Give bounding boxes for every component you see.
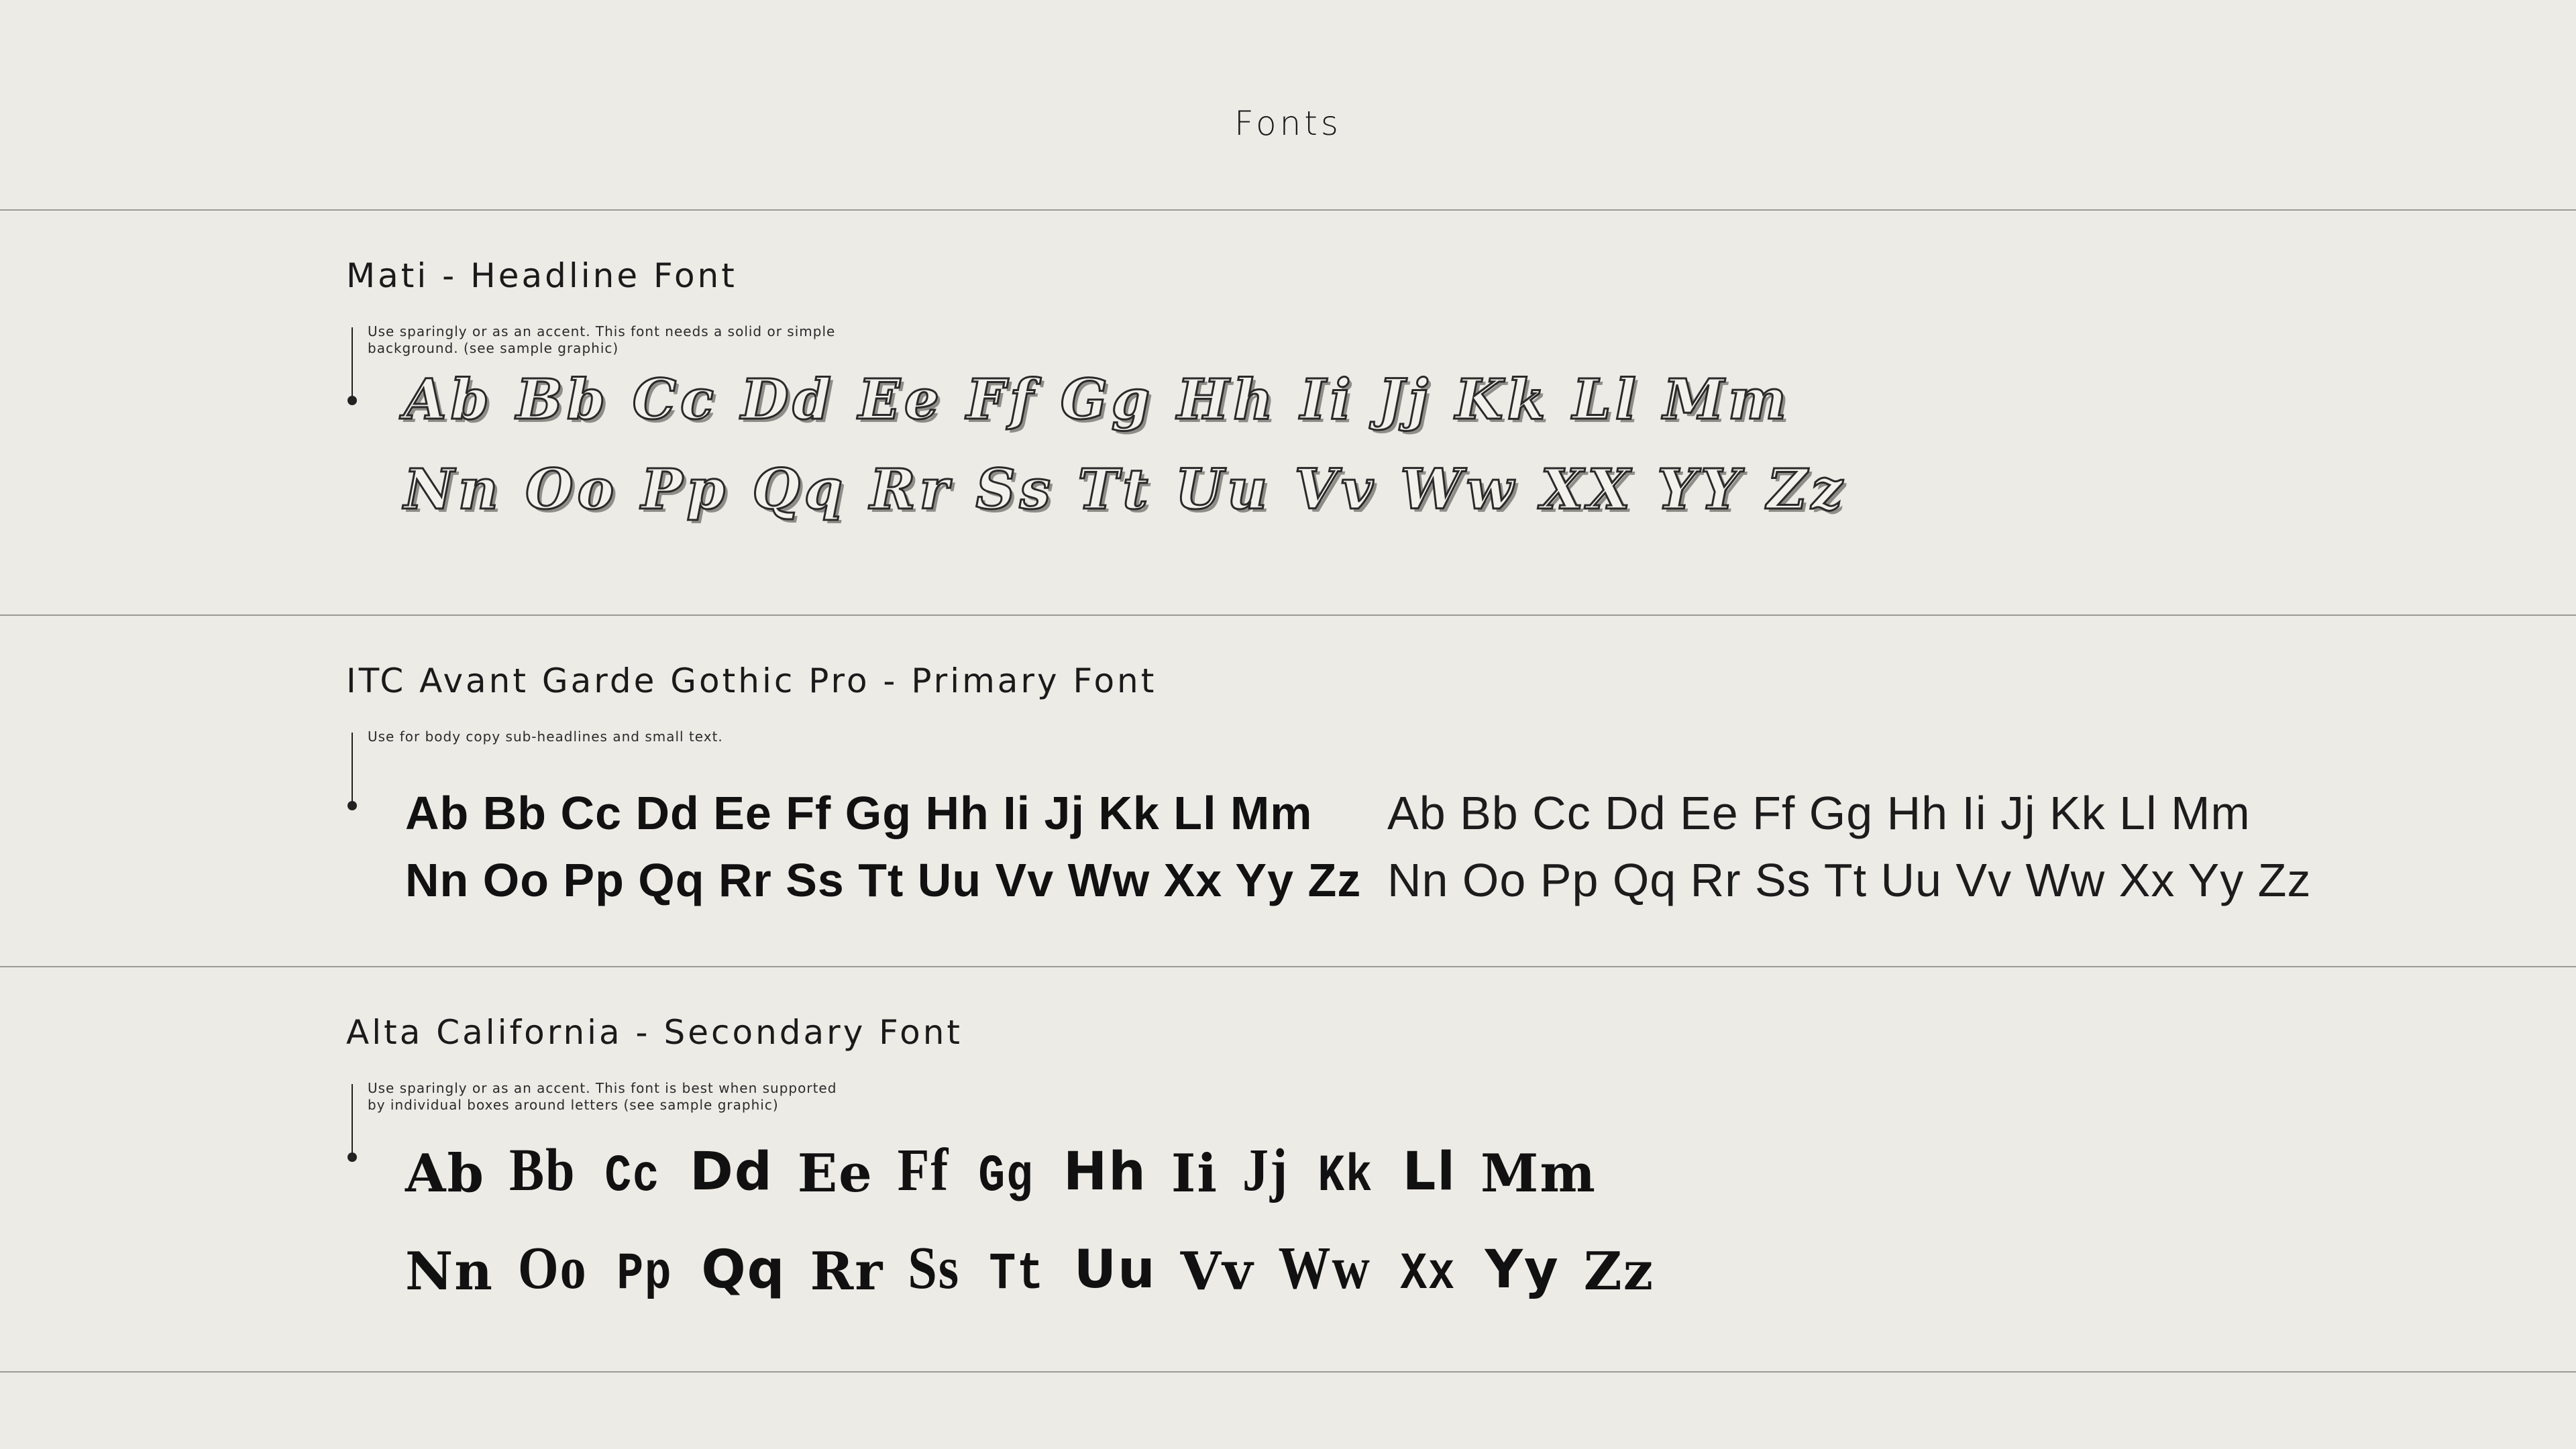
divider [0,614,2576,616]
letter-pair: Ww [1278,1233,1371,1301]
letter-pair: Bb [509,1135,576,1203]
letter-pair: Rr [810,1241,884,1303]
note-connector-line [352,327,353,401]
divider [0,966,2576,967]
usage-note-line: Use sparingly or as an accent. This font… [368,1080,837,1096]
letter-pair: Dd [690,1141,773,1202]
letter-pair: Kk [1318,1146,1374,1206]
page-title: Fonts [1234,104,1342,143]
alphabet-light-row-2: Nn Oo Pp Qq Rr Ss Tt Uu Vv Ww Xx Yy Zz [1387,854,2312,906]
note-connector-line [352,733,353,806]
alphabet-row-1: Ab Bb Cc Dd Ee Ff Gg Hh Ii Jj Kk Ll Mm [403,367,1790,433]
letter-pair: Ii [1171,1143,1218,1205]
usage-note: Use sparingly or as an accent. This font… [368,323,971,357]
section-title: ITC Avant Garde Gothic Pro - Primary Fon… [346,661,1157,700]
letter-pair: Gg [978,1146,1034,1206]
section-title: Mati - Headline Font [346,256,737,295]
letter-pair: Zz [1583,1241,1654,1303]
note-connector-line [352,1084,353,1158]
letter-pair: Mm [1481,1143,1597,1205]
letter-pair: Xx [1400,1244,1456,1304]
usage-note: Use sparingly or as an accent. This font… [368,1080,971,1114]
note-connector-dot [347,801,357,810]
usage-note-line: Use sparingly or as an accent. This font… [368,323,836,339]
section-title: Alta California - Secondary Font [346,1013,963,1052]
letter-pair: Jj [1242,1135,1289,1203]
letter-pair: Hh [1063,1141,1147,1202]
letter-pair: Ll [1402,1141,1457,1202]
letter-pair: Pp [616,1244,672,1304]
note-connector-dot [347,1152,357,1162]
alphabet-light-row-1: Ab Bb Cc Dd Ee Ff Gg Hh Ii Jj Kk Ll Mm [1387,787,2251,839]
note-connector-dot [347,396,357,405]
alphabet-bold-row-1: Ab Bb Cc Dd Ee Ff Gg Hh Ii Jj Kk Ll Mm [405,787,1313,839]
alphabet-row-2: Nn Oo Pp Qq Rr Ss Tt Uu Vv Ww XX YY Zz [402,457,1847,523]
letter-pair: Uu [1073,1239,1157,1300]
letter-pair: Nn [405,1241,494,1303]
letter-pair: Oo [518,1233,588,1301]
letter-pair: Qq [701,1239,786,1300]
alphabet-row-2: Nn Oo Pp Qq Rr Ss Tt Uu Vv Ww Xx Yy Zz [405,1234,1678,1304]
usage-note: Use for body copy sub-headlines and smal… [368,729,971,745]
usage-note-line: Use for body copy sub-headlines and smal… [368,729,723,745]
divider [0,1371,2576,1373]
letter-pair: Ss [908,1233,961,1301]
letter-pair: Yy [1485,1239,1560,1300]
letter-pair: Ee [797,1143,873,1205]
letter-pair: Ff [897,1135,950,1203]
alphabet-bold-row-2: Nn Oo Pp Qq Rr Ss Tt Uu Vv Ww Xx Yy Zz [405,854,1362,906]
divider [0,209,2576,211]
usage-note-line: background. (see sample graphic) [368,340,619,356]
letter-pair: Ab [405,1143,486,1205]
alphabet-row-1: Ab Bb Cc Dd Ee Ff Gg Hh Ii Jj Kk Ll Mm [405,1136,1621,1206]
letter-pair: Cc [604,1146,661,1206]
usage-note-line: by individual boxes around letters (see … [368,1097,779,1113]
letter-pair: Vv [1180,1241,1254,1303]
letter-pair: Tt [989,1244,1045,1304]
